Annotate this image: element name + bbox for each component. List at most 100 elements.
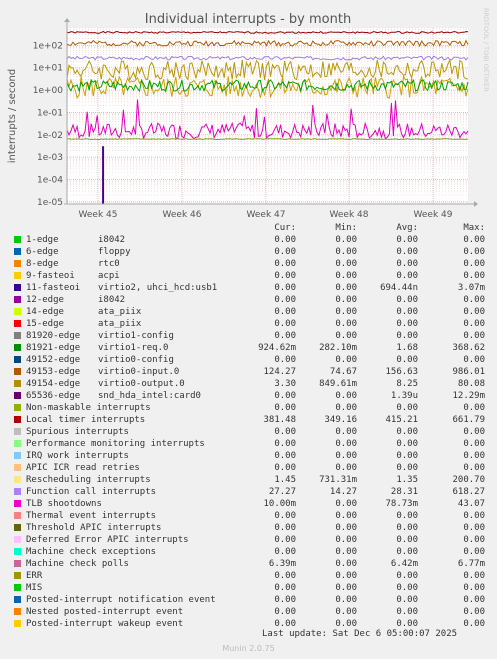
legend-max: 80.08: [457, 379, 485, 389]
legend-cur: 0.00: [274, 307, 296, 317]
legend-cur: 0.00: [274, 247, 296, 257]
legend-name: Posted-interrupt wakeup event: [26, 619, 184, 629]
legend-row: 1-edge i8042 0.00 0.00 0.00 0.00: [0, 234, 497, 246]
legend-swatch: [14, 500, 21, 507]
legend-row: Local timer interrupts 381.48 349.16 415.21…: [0, 414, 497, 426]
legend-avg: 0.00: [396, 607, 418, 617]
legend-min: 0.00: [335, 511, 357, 521]
legend-max: 0.00: [463, 463, 485, 473]
legend-cur: 0.00: [274, 271, 296, 281]
y-tick-label: 1e-05: [37, 198, 63, 208]
legend-row: TLB shootdowns 10.00m 0.00 78.73m 43.07: [0, 498, 497, 510]
legend-row: Rescheduling interrupts 1.45 731.31m 1.35 20…: [0, 474, 497, 486]
legend-cur: 0.00: [274, 535, 296, 545]
interrupts-chart: 1e-05 1e-04 1e-03 1e-02 1e-01 1e+00 1e+01 1e+02…: [7, 8, 490, 220]
legend-cur: 0.00: [274, 547, 296, 557]
legend-swatch: [14, 428, 21, 435]
y-tick-label: 1e-03: [37, 153, 63, 163]
legend-swatch: [14, 344, 21, 351]
legend-row: 11-fasteoi virtio2, uhci_hcd:usb1 0.00 0.00…: [0, 282, 497, 294]
legend-min: 0.00: [335, 499, 357, 509]
legend-row: Machine check exceptions 0.00 0.00 0.00 0.00: [0, 546, 497, 558]
legend-swatch: [14, 476, 21, 483]
legend-min: 0.00: [335, 331, 357, 341]
legend-name: 49152-edge: [26, 355, 81, 365]
legend-min: 0.00: [335, 439, 357, 449]
legend-min: 0.00: [335, 571, 357, 581]
legend-min: 0.00: [335, 427, 357, 437]
legend-row: IRQ work interrupts 0.00 0.00 0.00 0.00: [0, 450, 497, 462]
legend-swatch: [14, 392, 21, 399]
legend-row: 65536-edge snd_hda_intel:card0 0.00 0.00 1.3…: [0, 390, 497, 402]
legend-max: 986.01: [452, 367, 485, 377]
legend-min: 0.00: [335, 247, 357, 257]
legend-avg: 1.68: [396, 343, 418, 353]
legend-min: 849.61m: [319, 379, 357, 389]
legend-desc: virtio0-input.0: [98, 367, 180, 377]
legend-name: 49154-edge: [26, 379, 81, 389]
legend-row: Posted-interrupt notification event 0.00 0…: [0, 594, 497, 606]
header-cur: Cur:: [274, 223, 296, 233]
y-tick-label: 1e-01: [37, 108, 63, 118]
legend-cur: 0.00: [274, 463, 296, 473]
legend-max: 0.00: [463, 595, 485, 605]
y-tick-label: 1e-02: [37, 131, 63, 141]
legend-row: 81920-edge virtio1-config 0.00 0.00 0.00 0.00: [0, 330, 497, 342]
legend-avg: 0.00: [396, 463, 418, 473]
legend-avg: 8.25: [396, 379, 418, 389]
legend-min: 0.00: [335, 403, 357, 413]
legend-max: 368.62: [452, 343, 485, 353]
legend-desc: i8042: [98, 235, 126, 245]
legend-min: 0.00: [335, 607, 357, 617]
legend-cur: 0.00: [274, 451, 296, 461]
legend-name: 1-edge: [26, 235, 59, 245]
legend-swatch: [14, 368, 21, 375]
legend-name: 81920-edge: [26, 331, 81, 341]
legend-swatch: [14, 416, 21, 423]
legend-avg: 0.00: [396, 451, 418, 461]
legend-row: 12-edge i8042 0.00 0.00 0.00 0.00: [0, 294, 497, 306]
legend-swatch: [14, 584, 21, 591]
legend-avg: 78.73m: [385, 499, 418, 509]
legend-name: Thermal event interrupts: [26, 511, 157, 521]
legend-desc: rtc0: [98, 259, 120, 269]
legend-avg: 156.63: [385, 367, 418, 377]
legend-desc: virtio0-config: [98, 355, 174, 365]
legend-desc: virtio1-config: [98, 331, 174, 341]
legend-name: Machine check polls: [26, 559, 129, 569]
legend-avg: 694.44n: [380, 283, 418, 293]
legend-swatch: [14, 320, 21, 327]
x-tick-label: Week 49: [414, 210, 453, 220]
legend-max: 618.27: [452, 487, 485, 497]
legend-swatch: [14, 488, 21, 495]
header-min: Min:: [335, 223, 357, 233]
legend-swatch: [14, 332, 21, 339]
legend-avg: 0.00: [396, 547, 418, 557]
legend-max: 0.00: [463, 295, 485, 305]
legend-avg: 0.00: [396, 535, 418, 545]
legend-max: 3.07m: [457, 283, 485, 293]
legend-cur: 0.00: [274, 439, 296, 449]
legend-max: 0.00: [463, 523, 485, 533]
legend-avg: 0.00: [396, 355, 418, 365]
legend-row: Spurious interrupts 0.00 0.00 0.00 0.00: [0, 426, 497, 438]
legend-min: 0.00: [335, 295, 357, 305]
legend-max: 0.00: [463, 319, 485, 329]
legend-avg: 0.00: [396, 583, 418, 593]
legend-min: 0.00: [335, 451, 357, 461]
legend-swatch: [14, 380, 21, 387]
legend-cur: 0.00: [274, 331, 296, 341]
legend-swatch: [14, 572, 21, 579]
legend-row: 6-edge floppy 0.00 0.00 0.00 0.00: [0, 246, 497, 258]
legend-desc: virtio0-output.0: [98, 379, 185, 389]
legend-avg: 0.00: [396, 571, 418, 581]
legend-row: Nested posted-interrupt event 0.00 0.00 0.0…: [0, 606, 497, 618]
legend-swatch: [14, 356, 21, 363]
legend-avg: 0.00: [396, 307, 418, 317]
version-text: Munin 2.0.75: [222, 644, 275, 653]
legend-min: 0.00: [335, 355, 357, 365]
legend-desc: floppy: [98, 247, 131, 257]
legend-avg: 0.00: [396, 523, 418, 533]
legend-min: 0.00: [335, 535, 357, 545]
legend-row: 49153-edge virtio0-input.0 124.27 74.67 156.…: [0, 366, 497, 378]
